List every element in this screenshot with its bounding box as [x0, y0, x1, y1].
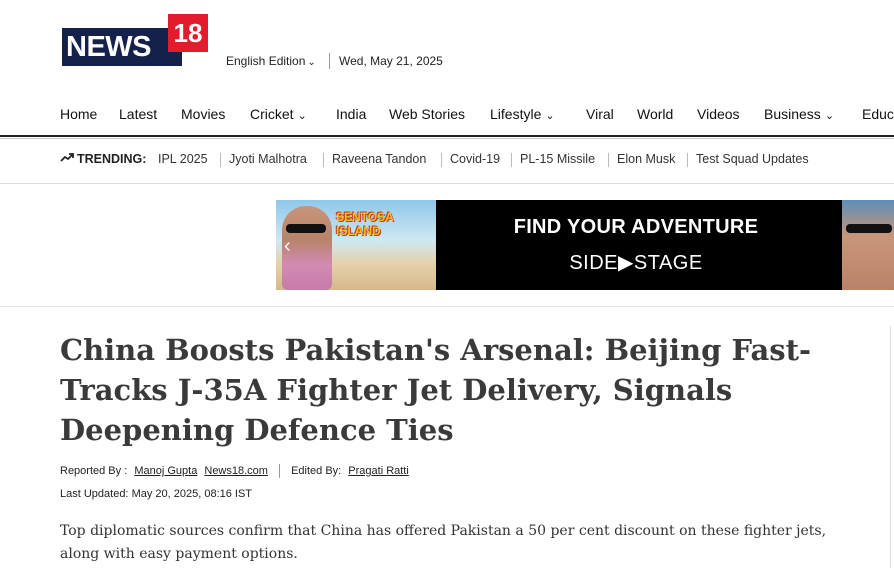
- reporter-link[interactable]: Manoj Gupta: [134, 465, 197, 477]
- nav-item-label: Movies: [181, 106, 226, 122]
- nav-item-label: Lifestyle: [490, 106, 542, 122]
- nav-item-label: Web Stories: [389, 106, 465, 122]
- nav-item-videos[interactable]: Videos: [697, 106, 740, 122]
- trending-link[interactable]: Covid-19: [450, 152, 500, 166]
- nav-item-business[interactable]: Business ⌄: [764, 106, 834, 122]
- nav-item-lifestyle[interactable]: Lifestyle ⌄: [490, 106, 555, 122]
- chevron-down-icon: ⌄: [545, 110, 555, 122]
- nav-item-label: India: [336, 106, 367, 122]
- ad-photo: SENTOSA ISLAND ‹: [276, 200, 436, 290]
- editor-link[interactable]: Pragati Ratti: [348, 465, 409, 477]
- nav-item-india[interactable]: India: [336, 106, 366, 122]
- logo-number: 18: [168, 14, 208, 52]
- logo-text: NEWS: [62, 28, 182, 66]
- chevron-left-icon[interactable]: ‹: [284, 235, 291, 258]
- nav-item-label: Business: [764, 106, 821, 122]
- last-updated: Last Updated: May 20, 2025, 08:16 IST: [60, 488, 252, 500]
- ad-photo-right: [842, 200, 894, 290]
- chevron-down-icon: ⌄: [297, 110, 307, 122]
- trending-label: TRENDING:: [60, 152, 146, 166]
- nav-item-label: Home: [60, 106, 98, 122]
- edition-selector[interactable]: English Edition ⌄: [226, 54, 316, 68]
- nav-item-web-stories[interactable]: Web Stories: [389, 106, 465, 122]
- nav-rule-thin: [0, 138, 894, 139]
- nav-item-movies[interactable]: Movies: [181, 106, 225, 122]
- nav-item-label: Cricket: [250, 106, 294, 122]
- byline: Reported By : Manoj Gupta News18.com Edi…: [60, 464, 409, 478]
- current-date: Wed, May 21, 2025: [339, 54, 443, 68]
- article-lede: Top diplomatic sources confirm that Chin…: [60, 523, 827, 562]
- trending-link[interactable]: Test Squad Updates: [696, 152, 809, 166]
- updated-time: May 20, 2025, 08:16 IST: [131, 488, 253, 500]
- trending-rule: [0, 183, 894, 184]
- main-nav: Home Latest Movies Cricket ⌄ India Web Stories…: [0, 106, 894, 128]
- trending-divider: [511, 153, 512, 167]
- sidebar-divider: [890, 326, 891, 568]
- nav-item-label: Latest: [119, 106, 158, 122]
- nav-rule: [0, 135, 894, 137]
- header-divider: [329, 53, 330, 69]
- nav-item-label: World: [637, 106, 674, 122]
- ad-headline: FIND YOUR ADVENTURE: [513, 216, 759, 238]
- ad-brand: SIDE▶STAGE: [569, 252, 703, 274]
- trending-link[interactable]: Raveena Tandon: [332, 152, 426, 166]
- edition-label: English Edition: [226, 54, 306, 68]
- nav-item-label: Educ: [862, 106, 894, 122]
- nav-item-world[interactable]: World: [637, 106, 673, 122]
- nav-item-educ[interactable]: Educ: [862, 106, 894, 122]
- chevron-down-icon: ⌄: [307, 57, 316, 68]
- trending-divider: [608, 153, 609, 167]
- ad-rule: [0, 306, 894, 307]
- trending-divider: [687, 153, 688, 167]
- trending-label-text: TRENDING:: [77, 152, 147, 166]
- nav-item-viral[interactable]: Viral: [586, 106, 614, 122]
- article-headline: China Boosts Pakistan's Arsenal: Beijing…: [60, 333, 812, 447]
- trending-link[interactable]: IPL 2025: [158, 152, 208, 166]
- trending-divider: [323, 153, 324, 167]
- ad-banner[interactable]: SENTOSA ISLAND ‹ FIND YOUR ADVENTURE SID…: [276, 200, 894, 290]
- nav-item-label: Videos: [697, 106, 740, 122]
- news18-logo[interactable]: NEWS 18: [62, 14, 208, 66]
- trending-up-icon: [60, 153, 74, 162]
- nav-item-label: Viral: [586, 106, 614, 122]
- ad-badge: SENTOSA ISLAND: [336, 210, 394, 238]
- ad-sunglasses: [286, 224, 326, 233]
- ad-sunglasses-right: [846, 224, 892, 233]
- trending-link[interactable]: PL-15 Missile: [520, 152, 595, 166]
- trending-link[interactable]: Elon Musk: [617, 152, 675, 166]
- reported-by-label: Reported By :: [60, 464, 128, 477]
- chevron-down-icon: ⌄: [824, 110, 835, 122]
- source-link[interactable]: News18.com: [204, 465, 268, 477]
- nav-item-home[interactable]: Home: [60, 106, 97, 122]
- trending-divider: [220, 153, 221, 167]
- nav-item-cricket[interactable]: Cricket ⌄: [250, 106, 307, 122]
- trending-divider: [441, 153, 442, 167]
- updated-label: Last Updated:: [60, 488, 129, 500]
- nav-item-latest[interactable]: Latest: [119, 106, 157, 122]
- trending-link[interactable]: Jyoti Malhotra: [229, 152, 307, 166]
- edited-by-label: Edited By:: [291, 464, 342, 477]
- byline-divider: [279, 464, 281, 478]
